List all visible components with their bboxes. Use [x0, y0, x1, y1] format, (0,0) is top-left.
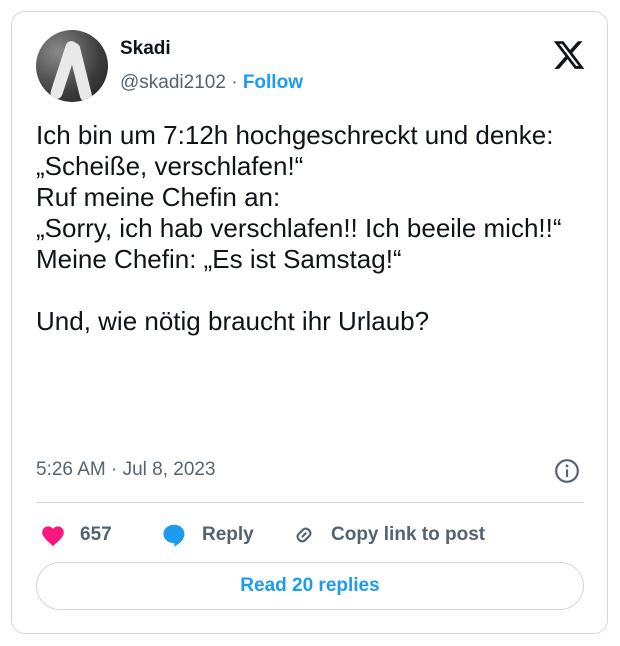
link-icon: [296, 527, 312, 543]
author-name[interactable]: Skadi: [120, 38, 171, 60]
tweet-line: Und, wie nötig braucht ihr Urlaub?: [36, 306, 430, 336]
divider: [36, 502, 584, 503]
tweet-text: Ich bin um 7:12h hochgeschreckt und denk…: [36, 120, 586, 337]
tweet-line: „Scheiße, verschlafen!“: [36, 151, 304, 181]
copy-link-button[interactable]: Copy link to post: [291, 517, 485, 553]
tweet-line: Meine Chefin: „Es ist Samstag!“: [36, 244, 402, 274]
tweet-card: Skadi @skadi2102 · Follow Ich bin um 7:1…: [11, 11, 608, 634]
author-handle[interactable]: @skadi2102: [120, 72, 226, 93]
tweet-line: Ich bin um 7:12h hochgeschreckt und denk…: [36, 120, 554, 150]
like-count: 657: [80, 524, 112, 545]
tweet-timestamp[interactable]: 5:26 AM · Jul 8, 2023: [36, 459, 216, 481]
avatar[interactable]: [36, 30, 108, 102]
follow-button[interactable]: Follow: [243, 72, 303, 93]
heart-icon: [42, 526, 64, 547]
copy-link-label: Copy link to post: [331, 524, 486, 545]
speech-bubble-icon: [163, 524, 185, 547]
like-button[interactable]: 657: [40, 517, 112, 553]
info-icon[interactable]: [554, 458, 580, 484]
author-handle-row: @skadi2102 · Follow: [120, 72, 303, 94]
tweet-line: Ruf meine Chefin an:: [36, 182, 281, 212]
read-replies-button[interactable]: Read 20 replies: [36, 562, 584, 610]
tweet-line: „Sorry, ich hab verschlafen!! Ich beeile…: [36, 213, 562, 243]
reply-button[interactable]: Reply: [160, 517, 254, 553]
reply-label: Reply: [202, 524, 254, 545]
handle-separator: ·: [225, 72, 243, 93]
tweet-line-blank: [36, 275, 586, 306]
avatar-image-shape: [66, 41, 94, 102]
x-logo-icon[interactable]: [552, 38, 586, 72]
